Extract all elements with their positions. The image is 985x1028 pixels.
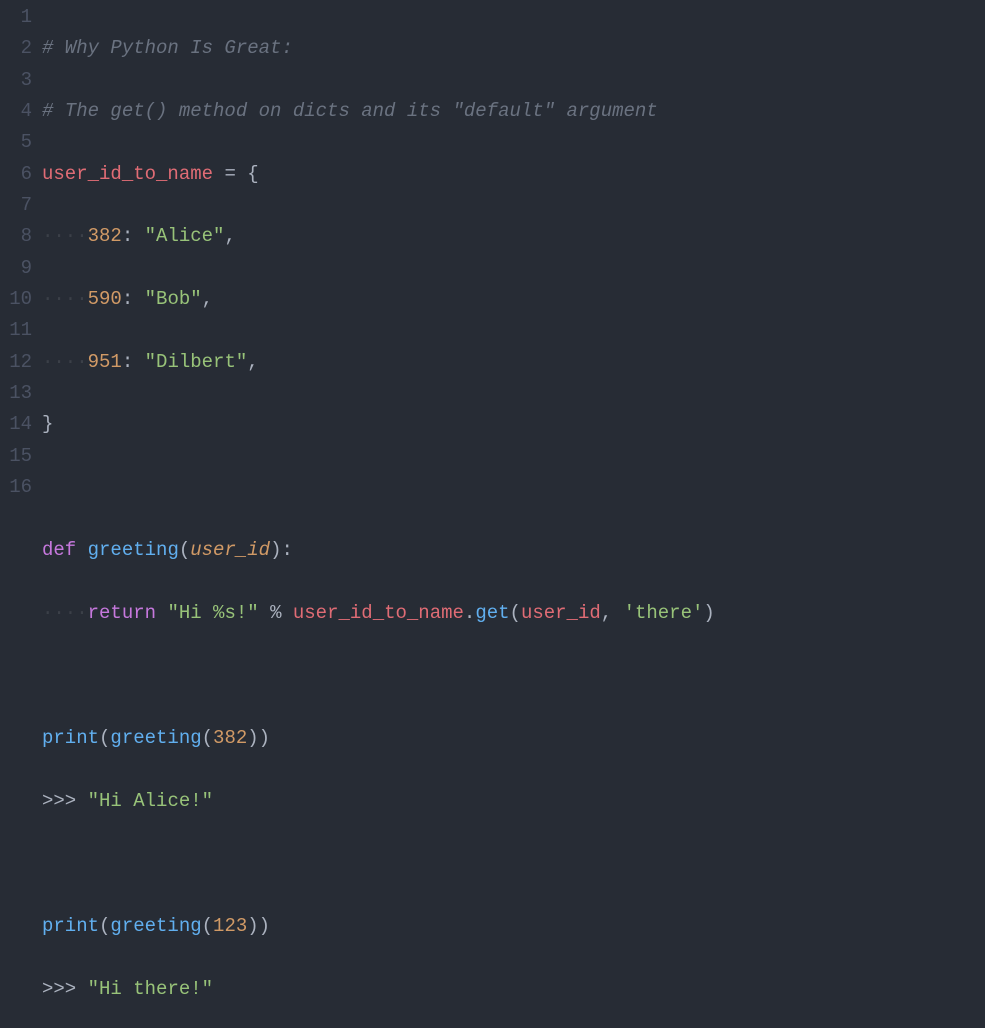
punct-token: .	[464, 602, 475, 624]
line-number: 14	[0, 409, 32, 440]
string-token: "Dilbert"	[145, 351, 248, 373]
string-token: "Bob"	[145, 288, 202, 310]
comment-token: # The get() method on dicts and its "def…	[42, 100, 658, 122]
indent-guide: ····	[42, 351, 88, 373]
punct-token: )	[270, 539, 281, 561]
code-line	[42, 848, 985, 879]
code-line: print(greeting(123))	[42, 911, 985, 942]
punct-token: (	[99, 915, 110, 937]
line-number-gutter: 1 2 3 4 5 6 7 8 9 10 11 12 13 14 15 16	[0, 2, 42, 1028]
string-token: 'there'	[624, 602, 704, 624]
code-line: ····951: "Dilbert",	[42, 347, 985, 378]
call-token: print	[42, 915, 99, 937]
function-token: greeting	[88, 539, 179, 561]
line-number: 7	[0, 190, 32, 221]
punct-token: )	[259, 915, 270, 937]
line-number: 8	[0, 221, 32, 252]
code-line: }	[42, 409, 985, 440]
method-token: get	[475, 602, 509, 624]
line-number: 11	[0, 315, 32, 346]
number-token: 590	[88, 288, 122, 310]
punct-token: ,	[601, 602, 612, 624]
line-number: 5	[0, 127, 32, 158]
code-line: def greeting(user_id):	[42, 535, 985, 566]
punct-token: :	[122, 288, 133, 310]
punct-token: )	[703, 602, 714, 624]
punct-token: :	[281, 539, 292, 561]
string-token: "Hi there!"	[88, 978, 213, 1000]
line-number: 10	[0, 284, 32, 315]
punct-token: :	[122, 225, 133, 247]
line-number: 6	[0, 159, 32, 190]
call-token: print	[42, 727, 99, 749]
line-number: 12	[0, 347, 32, 378]
number-token: 382	[213, 727, 247, 749]
punct-token: :	[122, 351, 133, 373]
string-token: "Hi %s!"	[167, 602, 258, 624]
identifier-token: user_id_to_name	[293, 602, 464, 624]
call-token: greeting	[110, 915, 201, 937]
punct-token: )	[259, 727, 270, 749]
punct-token: (	[179, 539, 190, 561]
number-token: 951	[88, 351, 122, 373]
brace-token: }	[42, 413, 53, 435]
indent-guide: ····	[42, 225, 88, 247]
comment-token: # Why Python Is Great:	[42, 37, 293, 59]
code-line	[42, 660, 985, 691]
punct-token: ,	[202, 288, 213, 310]
code-content[interactable]: # Why Python Is Great: # The get() metho…	[42, 2, 985, 1028]
line-number: 13	[0, 378, 32, 409]
indent-guide: ····	[42, 288, 88, 310]
identifier-token: user_id	[521, 602, 601, 624]
string-token: "Hi Alice!"	[88, 790, 213, 812]
punct-token: )	[247, 727, 258, 749]
code-line	[42, 472, 985, 503]
brace-token: {	[247, 163, 258, 185]
code-line: >>> "Hi Alice!"	[42, 786, 985, 817]
identifier-token: user_id_to_name	[42, 163, 213, 185]
punct-token: ,	[247, 351, 258, 373]
string-token: "Alice"	[145, 225, 225, 247]
operator-token: %	[270, 602, 281, 624]
code-editor[interactable]: 1 2 3 4 5 6 7 8 9 10 11 12 13 14 15 16 #…	[0, 2, 985, 1028]
punct-token: )	[247, 915, 258, 937]
line-number: 4	[0, 96, 32, 127]
code-line: ····590: "Bob",	[42, 284, 985, 315]
operator-token: =	[224, 163, 235, 185]
line-number: 3	[0, 65, 32, 96]
repl-prompt: >>>	[42, 978, 76, 1000]
repl-prompt: >>>	[42, 790, 76, 812]
punct-token: (	[510, 602, 521, 624]
line-number: 2	[0, 33, 32, 64]
keyword-token: def	[42, 539, 76, 561]
code-line: user_id_to_name = {	[42, 159, 985, 190]
number-token: 123	[213, 915, 247, 937]
code-line: # The get() method on dicts and its "def…	[42, 96, 985, 127]
line-number: 16	[0, 472, 32, 503]
keyword-token: return	[88, 602, 156, 624]
line-number: 9	[0, 253, 32, 284]
code-line: # Why Python Is Great:	[42, 33, 985, 64]
line-number: 15	[0, 441, 32, 472]
code-line: ····return "Hi %s!" % user_id_to_name.ge…	[42, 598, 985, 629]
punct-token: ,	[224, 225, 235, 247]
indent-guide: ····	[42, 602, 88, 624]
param-token: user_id	[190, 539, 270, 561]
line-number: 1	[0, 2, 32, 33]
punct-token: (	[202, 915, 213, 937]
punct-token: (	[99, 727, 110, 749]
call-token: greeting	[110, 727, 201, 749]
code-line: print(greeting(382))	[42, 723, 985, 754]
punct-token: (	[202, 727, 213, 749]
number-token: 382	[88, 225, 122, 247]
code-line: ····382: "Alice",	[42, 221, 985, 252]
code-line: >>> "Hi there!"	[42, 974, 985, 1005]
